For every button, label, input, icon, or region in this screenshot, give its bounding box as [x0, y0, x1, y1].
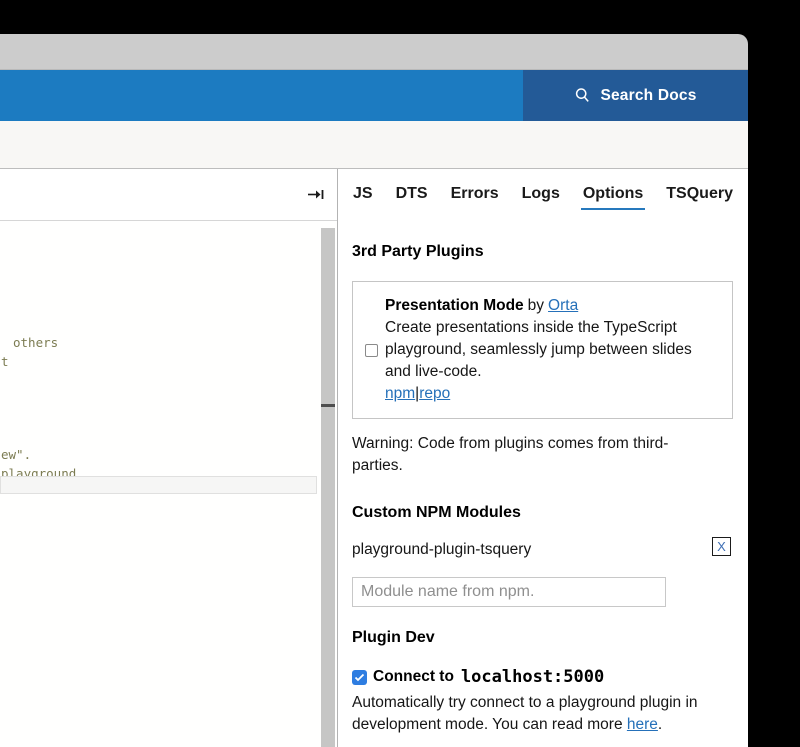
plugin-links-row: npm|repo: [385, 383, 692, 405]
plugin-dev-heading: Plugin Dev: [352, 629, 435, 647]
plugin-repo-link[interactable]: repo: [419, 385, 450, 402]
plugin-dev-description: Automatically try connect to a playgroun…: [352, 692, 698, 736]
connect-host-address: localhost:5000: [461, 667, 604, 687]
code-line-fragment: others: [13, 333, 58, 352]
search-docs-button[interactable]: Search Docs: [523, 70, 748, 121]
tab-tsquery[interactable]: TSQuery: [664, 185, 735, 210]
plugin-dev-description-period: .: [658, 716, 662, 733]
connect-localhost-row: Connect to localhost:5000: [352, 667, 604, 687]
plugin-author-link[interactable]: Orta: [548, 297, 578, 314]
tab-errors[interactable]: Errors: [449, 185, 501, 210]
playground-sidebar: JS DTS Errors Logs Options TSQuery 3rd P…: [338, 169, 748, 747]
code-line-fragment: t: [1, 352, 9, 371]
editor-scrollbar-cursor-marker: [321, 404, 335, 407]
tab-js[interactable]: JS: [351, 185, 375, 210]
plugin-byline: Presentation ModebyOrta: [385, 295, 692, 317]
editor-current-line-highlight: [0, 476, 317, 494]
editor-scrollbar[interactable]: [321, 228, 335, 747]
plugin-description: Create presentations inside the TypeScri…: [385, 317, 692, 383]
code-editor-pane: others t ew". playground.: [0, 169, 338, 747]
plugin-by-label: by: [528, 297, 544, 314]
main-area: others t ew". playground. JS DTS Errors …: [0, 169, 748, 747]
plugins-warning-text: Warning: Code from plugins comes from th…: [352, 433, 668, 477]
nav-bar-background: [0, 70, 523, 121]
remove-module-button[interactable]: X: [712, 537, 731, 556]
connect-localhost-checkbox[interactable]: [352, 670, 367, 685]
plugin-npm-link[interactable]: npm: [385, 385, 415, 402]
custom-module-name: playground-plugin-tsquery: [352, 539, 731, 561]
connect-label: Connect to: [373, 668, 454, 686]
window-titlebar: [0, 34, 748, 70]
plugin-enable-checkbox[interactable]: [365, 344, 378, 357]
custom-npm-modules-heading: Custom NPM Modules: [352, 504, 521, 522]
dock-sidebar-icon[interactable]: [307, 188, 325, 201]
editor-toolbar: [0, 169, 337, 221]
code-line-fragment: ew".: [1, 445, 31, 464]
search-icon: [574, 87, 591, 104]
search-docs-label: Search Docs: [600, 87, 696, 105]
editor-content[interactable]: others t ew". playground.: [0, 221, 337, 747]
plugin-card-body: Presentation ModebyOrta Create presentat…: [385, 295, 692, 405]
playground-window: Search Docs others t ew". playground.: [0, 0, 800, 747]
checkmark-icon: [354, 673, 365, 682]
module-name-input[interactable]: [352, 577, 666, 607]
tab-options[interactable]: Options: [581, 185, 645, 210]
plugin-title: Presentation Mode: [385, 297, 524, 314]
plugin-card: Presentation ModebyOrta Create presentat…: [352, 281, 733, 419]
top-nav-bar: Search Docs: [0, 70, 748, 121]
site-subnav-band: [0, 121, 748, 169]
third-party-plugins-heading: 3rd Party Plugins: [352, 243, 484, 261]
read-more-link[interactable]: here: [627, 716, 658, 733]
sidebar-tab-row: JS DTS Errors Logs Options TSQuery: [338, 185, 748, 210]
tab-dts[interactable]: DTS: [394, 185, 430, 210]
tab-logs[interactable]: Logs: [520, 185, 562, 210]
